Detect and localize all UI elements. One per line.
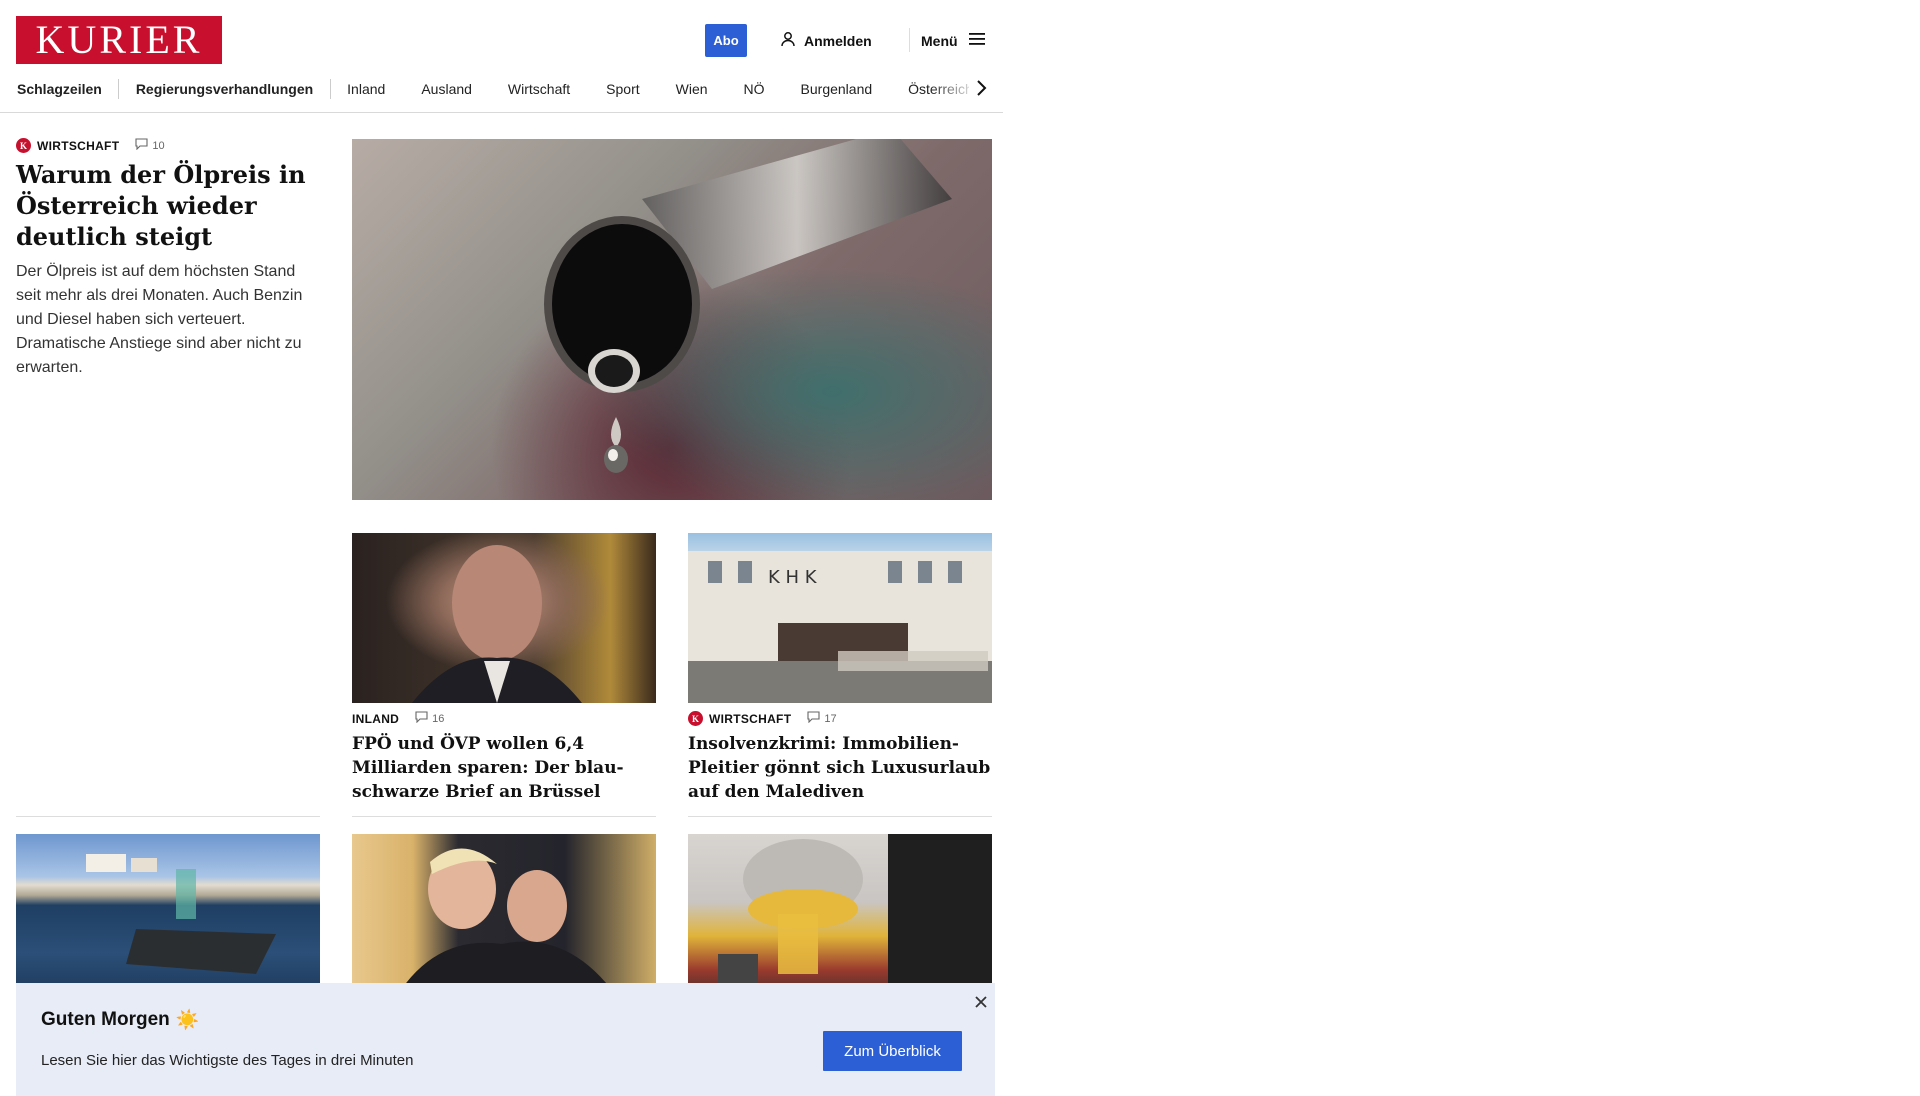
banner-subtitle: Lesen Sie hier das Wichtigste des Tages … — [41, 1052, 414, 1069]
lead-teaser: Der Ölpreis ist auf dem höchsten Stand s… — [16, 263, 303, 376]
page: KURIER Abo Anmelden Menü Schlagzeilen Re… — [0, 0, 1920, 1096]
menu-label: Menü — [921, 32, 958, 49]
article-card[interactable]: K H K K WIRTSCHAFT 17 Insolvenzkrimi: Im… — [688, 533, 992, 804]
nav-item-wirtschaft[interactable]: Wirtschaft — [508, 81, 570, 97]
nav-item-wien[interactable]: Wien — [676, 81, 708, 97]
article-headline[interactable]: FPÖ und ÖVP wollen 6,4 Milliarden sparen… — [352, 732, 656, 804]
comment-count-value: 17 — [824, 712, 837, 725]
login-label: Anmelden — [804, 32, 872, 49]
close-banner-button[interactable] — [970, 993, 992, 1015]
category-label[interactable]: WIRTSCHAFT — [709, 712, 791, 726]
article-image[interactable] — [352, 533, 656, 703]
comment-count[interactable]: 17 — [807, 711, 837, 726]
abo-button[interactable]: Abo — [705, 24, 747, 57]
divider — [352, 816, 656, 817]
comment-icon — [807, 711, 820, 726]
nav-item-schlagzeilen[interactable]: Schlagzeilen — [17, 81, 102, 97]
lead-article[interactable]: K WIRTSCHAFT 10 Warum der Ölpreis in Ös­… — [16, 138, 316, 380]
section-nav: Schlagzeilen Regierungsverhandlungen Inl… — [0, 72, 1003, 113]
category-label[interactable]: INLAND — [352, 712, 399, 726]
nav-divider — [330, 79, 332, 99]
chevron-right-icon — [975, 79, 987, 102]
article-card[interactable]: INLAND 16 FPÖ und ÖVP wollen 6,4 Milliar… — [352, 533, 656, 804]
nav-scroll-right-button[interactable] — [969, 78, 993, 102]
article-image[interactable]: K H K — [688, 533, 992, 703]
category-label[interactable]: WIRTSCHAFT — [37, 139, 119, 153]
nav-item-regierungsverhandlungen[interactable]: Regierungsverhandlungen — [136, 81, 313, 97]
comment-count[interactable]: 10 — [135, 138, 165, 153]
nav-item-inland[interactable]: Inland — [347, 81, 385, 97]
comment-count-value: 10 — [152, 139, 165, 152]
lead-image[interactable] — [352, 139, 992, 500]
overview-button[interactable]: Zum Überblick — [823, 1031, 962, 1071]
morning-briefing-banner: Guten Morgen ☀️ Lesen Sie hier das Wicht… — [16, 983, 995, 1096]
divider — [688, 816, 992, 817]
comment-count-value: 16 — [432, 712, 445, 725]
comment-count[interactable]: 16 — [415, 711, 444, 726]
kurier-badge-icon: K — [16, 138, 31, 153]
nav-item-sport[interactable]: Sport — [606, 81, 639, 97]
kurier-logo[interactable]: KURIER — [16, 16, 222, 64]
close-icon — [974, 995, 988, 1014]
banner-title: Guten Morgen ☀️ — [41, 1008, 199, 1032]
article-image[interactable] — [688, 834, 992, 1004]
article-meta: K WIRTSCHAFT 10 — [16, 138, 316, 153]
header-divider — [909, 28, 910, 52]
hamburger-icon — [968, 32, 986, 49]
banner-title-text: Guten Morgen — [41, 1009, 170, 1030]
nav-divider — [117, 79, 119, 99]
nav-item-noe[interactable]: NÖ — [744, 81, 765, 97]
comment-icon — [135, 138, 148, 153]
nav-item-burgenland[interactable]: Burgenland — [801, 81, 873, 97]
comment-icon — [415, 711, 428, 726]
article-meta: K WIRTSCHAFT 17 — [688, 711, 992, 726]
article-image[interactable] — [16, 834, 320, 1004]
svg-text:K H K: K H K — [768, 567, 818, 588]
lead-headline[interactable]: Warum der Ölpreis in Ös­terreich wieder … — [16, 159, 316, 252]
kurier-badge-icon: K — [688, 711, 703, 726]
sun-icon: ☀️ — [175, 1010, 200, 1031]
divider — [16, 816, 320, 817]
article-image[interactable] — [352, 834, 656, 1004]
menu-button[interactable]: Menü — [921, 28, 986, 53]
user-icon — [780, 31, 796, 50]
login-button[interactable]: Anmelden — [780, 28, 872, 53]
article-headline[interactable]: Insolvenzkrimi: Immobilien-Plei­tier gön… — [688, 732, 992, 804]
article-meta: INLAND 16 — [352, 711, 656, 726]
nav-item-ausland[interactable]: Ausland — [421, 81, 472, 97]
